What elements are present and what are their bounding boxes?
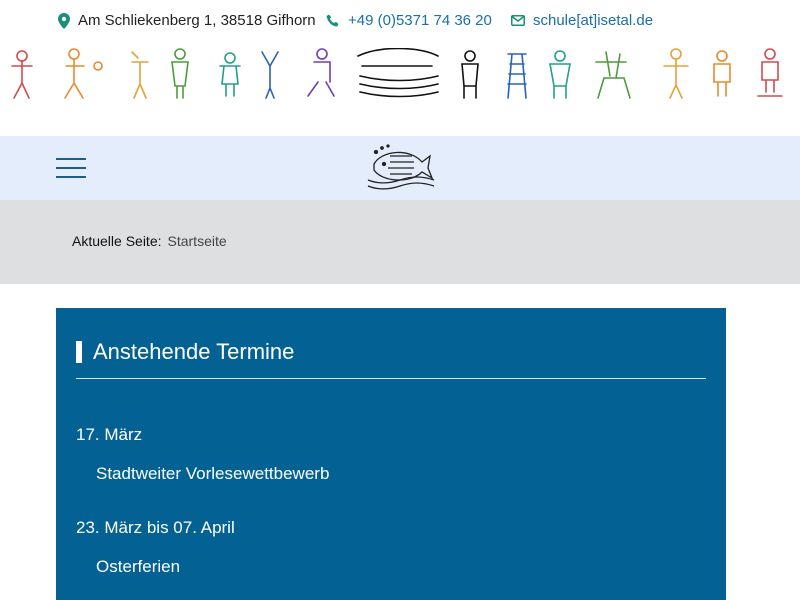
events-panel: Anstehende Termine 17. März Stadtweiter … xyxy=(56,308,726,600)
children-drawings-banner xyxy=(0,48,800,106)
kids-illustration-icon xyxy=(11,48,783,99)
events-title: Anstehende Termine xyxy=(93,339,295,364)
address-text: Am Schliekenberg 1, 38518 Gifhorn xyxy=(78,12,316,29)
contact-bar: Am Schliekenberg 1, 38518 Gifhorn +49 (0… xyxy=(0,0,800,42)
event-title[interactable]: Osterferien xyxy=(96,557,180,577)
event-date: 23. März bis 07. April xyxy=(76,518,235,537)
phone-link[interactable]: +49 (0)5371 74 36 20 xyxy=(348,12,492,29)
breadcrumb-label: Aktuelle Seite: xyxy=(72,233,162,249)
event-title[interactable]: Stadtweiter Vorlesewettbewerb xyxy=(96,464,329,484)
divider xyxy=(76,378,706,379)
menu-toggle-button[interactable] xyxy=(56,158,86,178)
event-date: 17. März xyxy=(76,425,143,444)
envelope-icon xyxy=(511,15,525,26)
breadcrumb-current[interactable]: Startseite xyxy=(168,233,227,249)
school-logo[interactable] xyxy=(366,142,436,197)
phone-icon xyxy=(326,14,339,26)
map-pin-icon xyxy=(58,12,70,29)
address-contact: Am Schliekenberg 1, 38518 Gifhorn xyxy=(58,12,316,29)
phone-contact[interactable]: +49 (0)5371 74 36 20 xyxy=(326,12,492,29)
events-heading: Anstehende Termine xyxy=(76,339,295,364)
fish-logo-icon xyxy=(367,144,435,190)
email-contact[interactable]: schule[at]isetal.de xyxy=(511,12,653,29)
breadcrumb: Aktuelle Seite: Startseite xyxy=(72,233,227,249)
heading-accent-bar xyxy=(76,341,82,363)
email-link[interactable]: schule[at]isetal.de xyxy=(533,12,653,29)
